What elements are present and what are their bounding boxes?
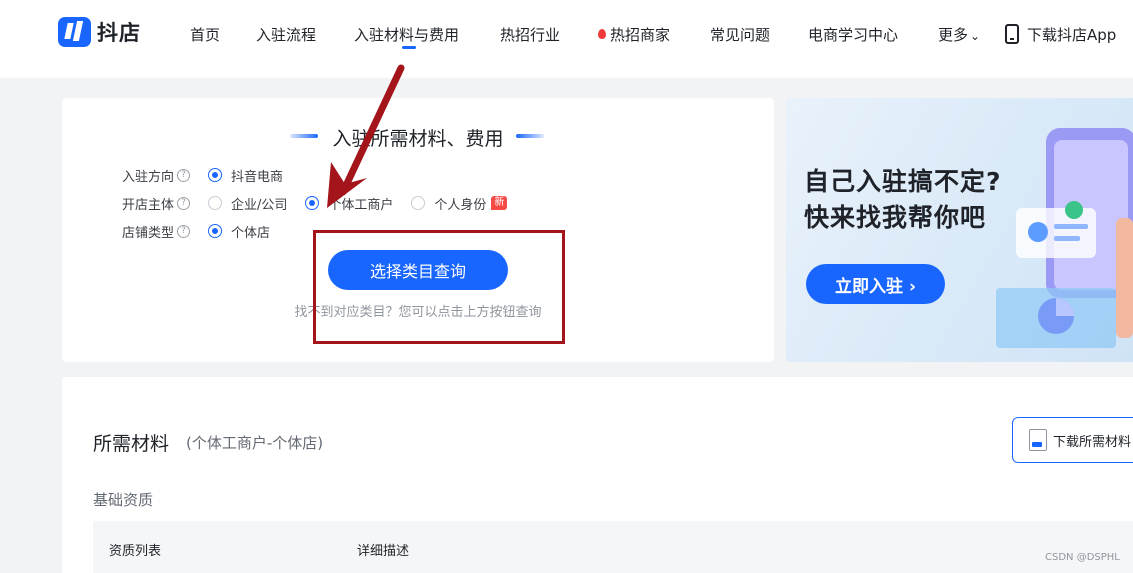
radio-douyin-ecommerce[interactable]: 抖音电商 xyxy=(208,166,283,185)
help-icon[interactable]: ? xyxy=(177,196,191,210)
materials-section: 所需材料 (个体工商户-个体店) 下载所需材料 基础资质 资质列表 详细描述 xyxy=(62,377,1133,573)
banner-title: 自己入驻搞不定? 快来找我帮你吧 xyxy=(804,164,1002,236)
section-basic-qualification: 基础资质 xyxy=(93,491,154,509)
radio-checked-icon xyxy=(208,224,222,238)
nav-item-home[interactable]: 首页 xyxy=(190,24,220,45)
annotation-arrow-icon xyxy=(327,64,405,208)
nav-item-merchants[interactable]: 热招商家 xyxy=(598,24,670,45)
banner-illustration-icon xyxy=(996,128,1133,348)
column-header-description: 详细描述 xyxy=(357,544,410,559)
form-row-store-type: 店铺类型? 个体店 xyxy=(122,222,288,241)
download-app-link[interactable]: 下载抖店App xyxy=(1005,24,1116,45)
materials-table-header: 资质列表 详细描述 xyxy=(93,521,1133,573)
help-icon[interactable]: ? xyxy=(177,168,191,182)
nav-item-process[interactable]: 入驻流程 xyxy=(256,24,316,45)
nav-item-more-label: 更多 xyxy=(938,26,969,44)
form-label-text: 开店主体 xyxy=(122,197,175,213)
form-label-store-type: 店铺类型? xyxy=(122,222,208,241)
nav-item-materials[interactable]: 入驻材料与费用 xyxy=(354,24,459,45)
join-now-button[interactable]: 立即入驻 › xyxy=(806,264,945,304)
join-now-label: 立即入驻 xyxy=(835,276,904,297)
form-label-entity: 开店主体? xyxy=(122,194,208,213)
radio-checked-icon xyxy=(208,168,222,182)
title-decoration-right xyxy=(516,134,544,138)
top-nav: 抖店 首页 入驻流程 入驻材料与费用 热招行业 热招商家 常见问题 电商学习中心… xyxy=(0,0,1133,78)
document-icon xyxy=(1029,429,1047,451)
nav-item-industries[interactable]: 热招行业 xyxy=(500,24,560,45)
chevron-down-icon: ⌄ xyxy=(970,29,981,43)
help-icon[interactable]: ? xyxy=(177,224,191,238)
fire-icon xyxy=(598,29,606,39)
brand-name: 抖店 xyxy=(97,21,141,45)
form-label-text: 入驻方向 xyxy=(122,169,175,185)
radio-company[interactable]: 企业/公司 xyxy=(208,194,287,213)
column-header-qualifications: 资质列表 xyxy=(109,544,162,559)
download-materials-label: 下载所需材料 xyxy=(1053,434,1132,450)
promo-banner[interactable]: 自己入驻搞不定? 快来找我帮你吧 立即入驻 › xyxy=(786,98,1133,362)
nav-item-merchants-label: 热招商家 xyxy=(610,26,671,44)
nav-item-faq[interactable]: 常见问题 xyxy=(710,24,770,45)
radio-label: 个人身份 xyxy=(434,197,487,213)
form-row-direction: 入驻方向? 抖音电商 xyxy=(122,166,301,185)
radio-label: 企业/公司 xyxy=(231,197,288,213)
materials-subtitle: (个体工商户-个体店) xyxy=(186,434,324,452)
banner-line-2: 快来找我帮你吧 xyxy=(804,203,987,232)
radio-unchecked-icon xyxy=(208,196,222,210)
new-badge: 新 xyxy=(491,196,508,210)
radio-personal[interactable]: 个人身份新 xyxy=(411,194,508,213)
radio-label: 个体店 xyxy=(231,225,271,241)
radio-label: 抖音电商 xyxy=(231,169,284,185)
nav-item-more[interactable]: 更多 ⌄ xyxy=(938,24,980,45)
radio-individual-store[interactable]: 个体店 xyxy=(208,222,270,241)
nav-active-indicator xyxy=(402,46,416,49)
nav-item-learning[interactable]: 电商学习中心 xyxy=(808,24,898,45)
watermark: CSDN @DSPHL xyxy=(1045,552,1120,563)
doudian-logo-icon xyxy=(58,17,91,47)
form-label-direction: 入驻方向? xyxy=(122,166,208,185)
form-label-text: 店铺类型 xyxy=(122,225,175,241)
download-app-label: 下载抖店App xyxy=(1027,26,1117,44)
materials-title: 所需材料 xyxy=(93,433,170,455)
query-title: 入驻所需材料、费用 xyxy=(332,128,504,150)
brand-logo[interactable]: 抖店 xyxy=(58,17,141,47)
banner-line-1: 自己入驻搞不定? xyxy=(804,167,1002,196)
phone-icon xyxy=(1005,24,1019,44)
download-materials-button[interactable]: 下载所需材料 xyxy=(1012,417,1133,463)
annotation-box xyxy=(313,230,565,344)
